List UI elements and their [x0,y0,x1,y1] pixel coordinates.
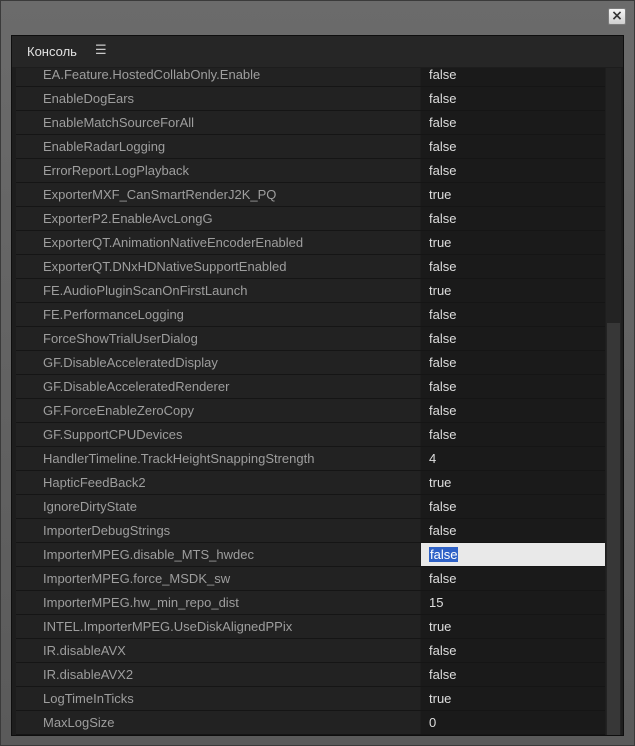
setting-value[interactable]: false [421,351,605,374]
setting-value[interactable]: false [421,663,605,686]
setting-value[interactable]: false [421,567,605,590]
setting-key: FE.AudioPluginScanOnFirstLaunch [16,279,420,302]
setting-value[interactable]: false [421,207,605,230]
table-row[interactable]: EA.Feature.HostedCollabOnly.Enable false [16,68,605,87]
table-row[interactable]: FE.PerformanceLogging false [16,303,605,327]
table-row[interactable]: ErrorReport.LogPlayback false [16,159,605,183]
setting-key: HandlerTimeline.TrackHeightSnappingStren… [16,447,420,470]
table-row[interactable]: LogTimeInTicks true [16,687,605,711]
table-row[interactable]: ExporterP2.EnableAvcLongG false [16,207,605,231]
setting-key: EnableMatchSourceForAll [16,111,420,134]
table-row[interactable]: ExporterMXF_CanSmartRenderJ2K_PQ true [16,183,605,207]
table-row[interactable]: IR.disableAVX false [16,639,605,663]
setting-value[interactable]: false [421,111,605,134]
setting-value[interactable]: false [421,68,605,86]
setting-key: FE.PerformanceLogging [16,303,420,326]
close-button[interactable]: × [608,8,626,25]
setting-value[interactable]: true [421,687,605,710]
table-row[interactable]: GF.ForceEnableZeroCopy false [16,399,605,423]
setting-key: ImporterMPEG.force_MSDK_sw [16,567,420,590]
setting-value[interactable]: true [421,183,605,206]
setting-value[interactable]: false [421,303,605,326]
panel-header: Консоль ☰ [12,36,623,67]
setting-key: LogTimeInTicks [16,687,420,710]
table-row[interactable]: EnableDogEars false [16,87,605,111]
setting-key: ImporterDebugStrings [16,519,420,542]
setting-key: IR.disableAVX [16,639,420,662]
setting-value[interactable]: false [421,375,605,398]
selected-value-text: false [429,547,459,562]
setting-key: ExporterQT.DNxHDNativeSupportEnabled [16,255,420,278]
table-row[interactable]: INTEL.ImporterMPEG.UseDiskAlignedPPix tru… [16,615,605,639]
setting-value[interactable]: true [421,615,605,638]
setting-value[interactable]: 15 [421,591,605,614]
setting-value[interactable]: false [421,255,605,278]
setting-value[interactable]: false [421,519,605,542]
setting-value[interactable]: false [421,135,605,158]
table-row[interactable]: IgnoreDirtyState false [16,495,605,519]
settings-table: EA.Feature.HostedCollabOnly.Enable false E… [16,68,622,735]
table-row[interactable]: MaxLogSize 0 [16,711,605,735]
setting-key: EA.Feature.HostedCollabOnly.Enable [16,68,420,86]
setting-value-input[interactable]: false [421,543,605,566]
table-row[interactable]: ImporterMPEG.force_MSDK_sw false [16,567,605,591]
table-row[interactable]: EnableRadarLogging false [16,135,605,159]
setting-value[interactable]: false [421,639,605,662]
setting-value[interactable]: true [421,231,605,254]
table-row[interactable]: HapticFeedBack2 true [16,471,605,495]
setting-key: ExporterMXF_CanSmartRenderJ2K_PQ [16,183,420,206]
setting-key: ExporterQT.AnimationNativeEncoderEnabled [16,231,420,254]
setting-key: ForceShowTrialUserDialog [16,327,420,350]
console-panel: Консоль ☰ EA.Feature.HostedCollabOnly.En… [11,35,624,736]
setting-key: ErrorReport.LogPlayback [16,159,420,182]
table-row[interactable]: GF.DisableAcceleratedRenderer false [16,375,605,399]
setting-key: IgnoreDirtyState [16,495,420,518]
setting-key: GF.ForceEnableZeroCopy [16,399,420,422]
table-row[interactable]: ForceShowTrialUserDialog false [16,327,605,351]
table-row[interactable]: FE.AudioPluginScanOnFirstLaunch true [16,279,605,303]
table-row[interactable]: EnableMatchSourceForAll false [16,111,605,135]
table-row[interactable]: ImporterMPEG.disable_MTS_hwdec false [16,543,605,567]
vertical-scrollbar[interactable] [606,68,621,735]
setting-value[interactable]: false [421,87,605,110]
setting-value[interactable]: false [421,495,605,518]
table-row[interactable]: IR.disableAVX2 false [16,663,605,687]
table-row[interactable]: ImporterMPEG.hw_min_repo_dist 15 [16,591,605,615]
table-row[interactable]: GF.SupportCPUDevices false [16,423,605,447]
setting-key: INTEL.ImporterMPEG.UseDiskAlignedPPix [16,615,420,638]
setting-value[interactable]: true [421,279,605,302]
setting-key: ImporterMPEG.hw_min_repo_dist [16,591,420,614]
setting-key: ImporterMPEG.disable_MTS_hwdec [16,543,420,566]
scrollbar-thumb[interactable] [607,323,620,735]
setting-value[interactable]: true [421,471,605,494]
setting-value[interactable]: 0 [421,711,605,734]
table-row[interactable]: ExporterQT.AnimationNativeEncoderEnabled… [16,231,605,255]
table-row[interactable]: ExporterQT.DNxHDNativeSupportEnabled fals… [16,255,605,279]
setting-key: GF.DisableAcceleratedRenderer [16,375,420,398]
table-row[interactable]: HandlerTimeline.TrackHeightSnappingStren… [16,447,605,471]
setting-key: ExporterP2.EnableAvcLongG [16,207,420,230]
panel-menu-icon[interactable]: ☰ [95,43,107,58]
console-window: × Консоль ☰ EA.Feature.HostedCollabOnly.… [0,0,635,746]
table-row[interactable]: GF.DisableAcceleratedDisplay false [16,351,605,375]
setting-key: HapticFeedBack2 [16,471,420,494]
setting-key: EnableRadarLogging [16,135,420,158]
setting-key: GF.DisableAcceleratedDisplay [16,351,420,374]
setting-key: MaxLogSize [16,711,420,734]
setting-value[interactable]: false [421,327,605,350]
panel-title: Консоль [27,44,77,59]
setting-key: GF.SupportCPUDevices [16,423,420,446]
setting-value[interactable]: false [421,159,605,182]
setting-value[interactable]: false [421,423,605,446]
setting-key: IR.disableAVX2 [16,663,420,686]
setting-value[interactable]: 4 [421,447,605,470]
setting-value[interactable]: false [421,399,605,422]
table-row[interactable]: ImporterDebugStrings false [16,519,605,543]
setting-key: EnableDogEars [16,87,420,110]
